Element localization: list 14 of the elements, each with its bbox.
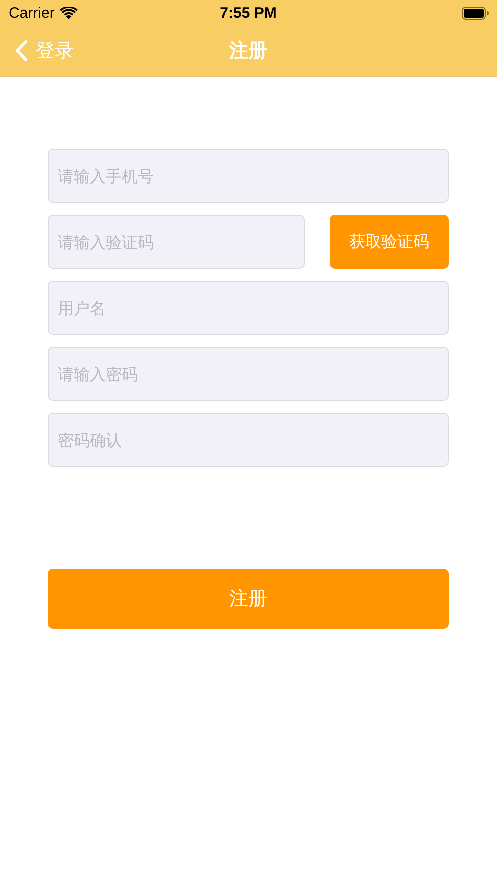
code-field[interactable]: 请输入验证码 — [48, 215, 305, 269]
status-time: 7:55 PM — [220, 4, 277, 22]
input-field[interactable]: 请输入手机号 — [48, 149, 449, 203]
password-field[interactable]: 密码确认 — [48, 413, 449, 467]
back-button[interactable]: 登录 — [0, 38, 74, 64]
chevron-left-icon — [15, 40, 28, 62]
nav-title: 注册 — [230, 39, 268, 64]
input-field[interactable]: 用户名 — [48, 281, 449, 335]
carrier-name: Carrier — [9, 4, 55, 22]
wifi-icon — [60, 6, 78, 20]
get-code-button[interactable]: 获取验证码 — [330, 215, 449, 269]
battery-icon — [462, 6, 489, 20]
register-button[interactable]: 注册 — [48, 569, 449, 629]
password-field[interactable]: 请输入密码 — [48, 347, 449, 401]
